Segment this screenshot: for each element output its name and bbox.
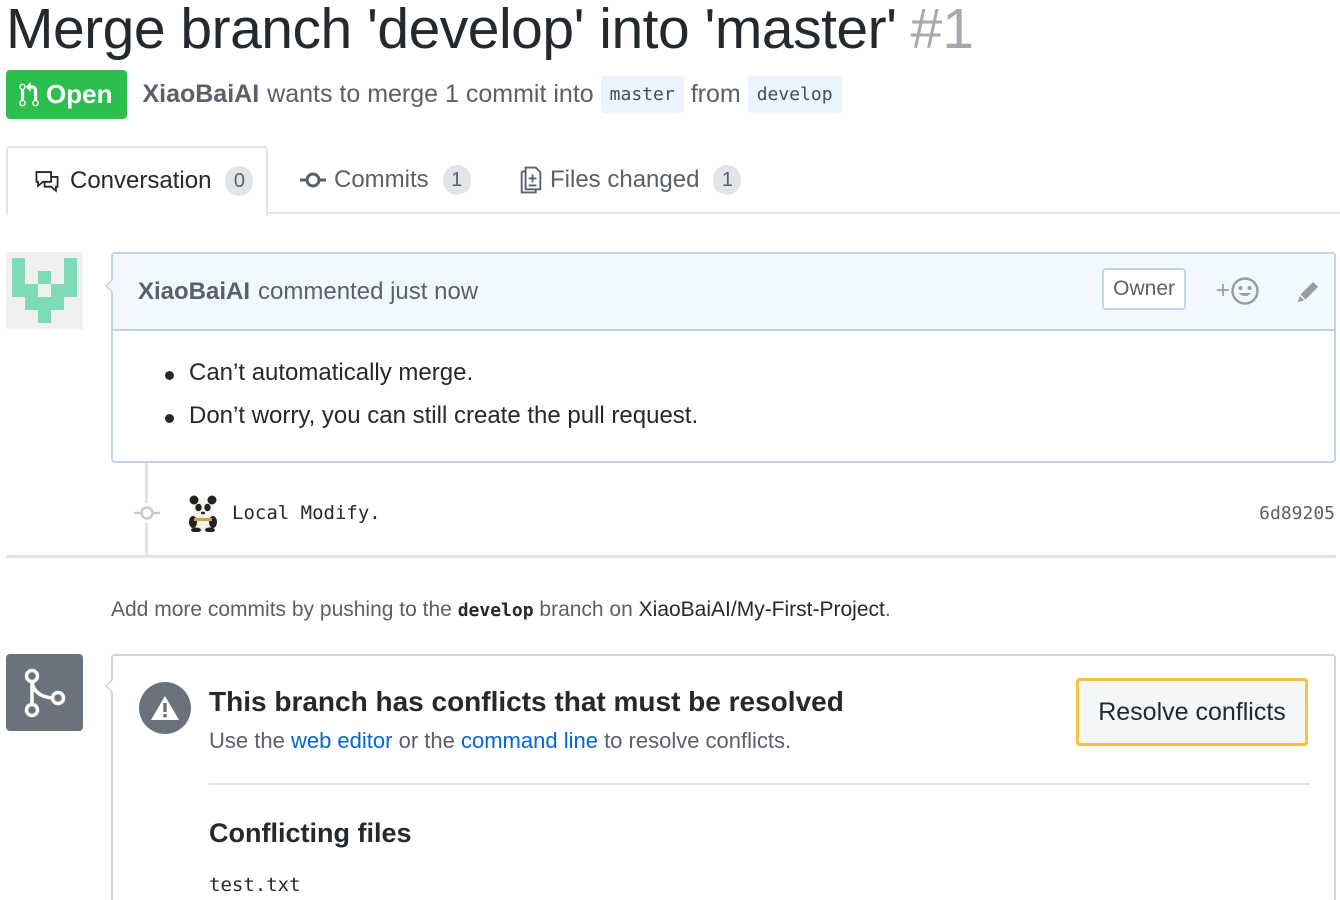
- command-line-link[interactable]: command line: [461, 728, 598, 753]
- state-label: Open: [46, 79, 113, 109]
- resolve-conflicts-button[interactable]: Resolve conflicts: [1076, 678, 1308, 746]
- git-merge-icon: [24, 668, 65, 717]
- pr-meta: Open XiaoBaiAI wants to merge 1 commit i…: [6, 70, 849, 119]
- pr-title-row: Merge branch 'develop' into 'master' #1: [6, 0, 974, 62]
- smiley-icon: [1231, 277, 1259, 305]
- pr-number: #1: [910, 0, 974, 61]
- tab-label: Conversation: [70, 167, 212, 194]
- base-branch[interactable]: master: [600, 76, 684, 113]
- pencil-icon: [1298, 282, 1318, 302]
- from-text: from: [690, 80, 741, 108]
- edit-button[interactable]: [1294, 278, 1322, 313]
- git-commit-icon: [300, 172, 326, 188]
- comment-author[interactable]: XiaoBaiAI: [138, 278, 250, 306]
- commit-sha[interactable]: 6d89205: [1259, 503, 1335, 524]
- tab-counter: 1: [713, 165, 742, 195]
- comment-timestamp: commented just now: [258, 277, 479, 305]
- conflicting-file: test.txt: [209, 874, 301, 896]
- list-item: Don’t worry, you can still create the pu…: [161, 402, 1334, 430]
- comment-box: XiaoBaiAI commented just now Owner + Can…: [105, 252, 1336, 463]
- merge-summary: XiaoBaiAI wants to merge 1 commit into m…: [142, 76, 848, 113]
- avatar[interactable]: [6, 252, 83, 329]
- tab-commits[interactable]: Commits 1: [300, 146, 471, 214]
- tab-label: Commits: [334, 166, 429, 193]
- tab-conversation[interactable]: Conversation 0: [6, 146, 268, 216]
- desc-suffix: to resolve conflicts.: [604, 728, 792, 753]
- alert-icon: [139, 682, 191, 734]
- conflict-description: Use the web editor or the command line t…: [209, 728, 791, 754]
- commit-row: Local Modify.: [186, 490, 381, 536]
- list-item: Can’t automatically merge.: [161, 359, 1334, 387]
- comment-body: Can’t automatically merge. Don’t worry, …: [113, 331, 1334, 430]
- merge-status-icon-box: [6, 654, 83, 731]
- conflicting-files-heading: Conflicting files: [209, 818, 412, 848]
- tab-label: Files changed: [550, 166, 700, 193]
- summary-text: wants to merge 1 commit into: [267, 80, 594, 108]
- timeline-divider: [6, 555, 1336, 558]
- pr-tabs: Conversation 0 Commits 1 Files changed 1: [6, 146, 1340, 216]
- tab-files-changed[interactable]: Files changed 1: [520, 146, 742, 214]
- merge-box: This branch has conflicts that must be r…: [105, 654, 1336, 900]
- push-hint: Add more commits by pushing to the devel…: [111, 598, 891, 622]
- merge-divider: [209, 783, 1310, 785]
- warning-icon: [151, 696, 179, 720]
- owner-label: Owner: [1102, 268, 1186, 310]
- desc-middle: or the: [398, 728, 455, 753]
- git-pull-request-icon: [19, 81, 39, 106]
- plus-text: +: [1215, 277, 1230, 304]
- comment-discussion-icon: [35, 171, 59, 193]
- git-commit-icon: [134, 506, 160, 520]
- head-branch[interactable]: develop: [747, 76, 842, 113]
- comment-list: Can’t automatically merge. Don’t worry, …: [161, 359, 1334, 430]
- tab-counter: 1: [442, 165, 471, 195]
- commit-message[interactable]: Local Modify.: [232, 502, 381, 524]
- state-badge: Open: [6, 70, 128, 119]
- repo-link[interactable]: XiaoBaiAI/My-First-Project: [639, 598, 885, 621]
- commit-node: [134, 503, 160, 523]
- desc-prefix: Use the: [209, 728, 285, 753]
- pr-title: Merge branch 'develop' into 'master': [6, 0, 897, 61]
- identicon-image: [6, 252, 83, 329]
- hint-middle: branch on: [539, 598, 633, 621]
- conflict-title: This branch has conflicts that must be r…: [209, 686, 844, 717]
- web-editor-link[interactable]: web editor: [291, 728, 393, 753]
- tab-counter: 0: [225, 166, 254, 196]
- commit-author-avatar[interactable]: [186, 494, 220, 532]
- file-diff-icon: [520, 166, 542, 194]
- hint-prefix: Add more commits by pushing to the: [111, 598, 452, 621]
- hint-suffix: .: [884, 598, 891, 621]
- comment-header: XiaoBaiAI commented just now Owner +: [113, 254, 1334, 331]
- add-reaction-button[interactable]: +: [1216, 276, 1260, 306]
- hint-branch: develop: [457, 600, 534, 621]
- author-link[interactable]: XiaoBaiAI: [142, 80, 259, 109]
